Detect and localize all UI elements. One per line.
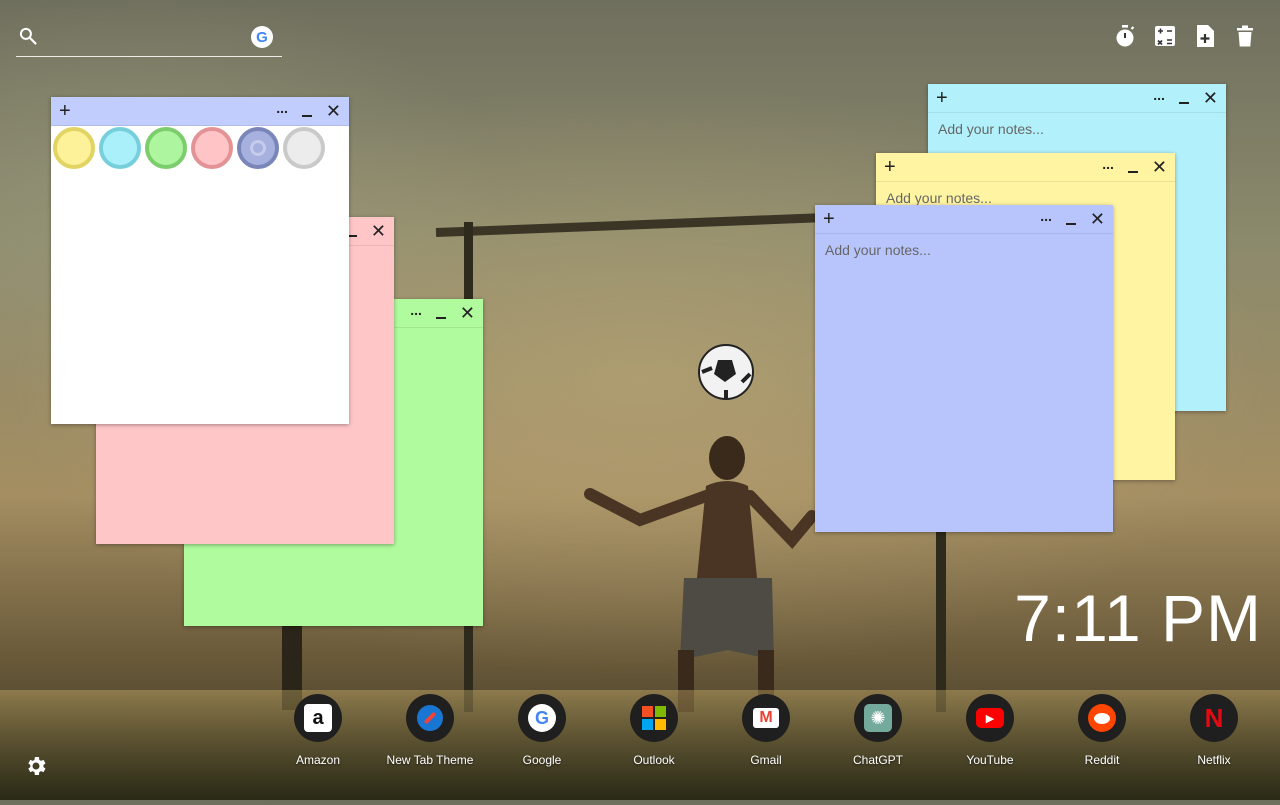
close-icon[interactable]: ✕	[1203, 89, 1218, 107]
close-icon[interactable]: ✕	[1090, 210, 1105, 228]
shortcut-label: New Tab Theme	[386, 753, 474, 767]
compass-icon	[406, 694, 454, 742]
color-swatch[interactable]	[283, 127, 325, 169]
more-options-icon[interactable]: ...	[1040, 209, 1052, 223]
minimize-icon[interactable]	[1065, 223, 1076, 225]
note-header: + ... ✕	[876, 153, 1175, 182]
reddit-icon	[1078, 694, 1126, 742]
shortcut-outlook[interactable]: Outlook	[598, 694, 710, 767]
youtube-icon: ▶	[966, 694, 1014, 742]
close-icon[interactable]: ✕	[326, 102, 341, 120]
color-swatch[interactable]	[99, 127, 141, 169]
shortcut-google[interactable]: G Google	[486, 694, 598, 767]
more-options-icon[interactable]: ...	[1153, 88, 1165, 102]
minimize-icon[interactable]	[1127, 171, 1138, 173]
shortcut-new-tab-theme[interactable]: New Tab Theme	[374, 694, 486, 767]
color-swatch[interactable]	[191, 127, 233, 169]
more-options-icon[interactable]: ...	[410, 303, 422, 317]
netflix-icon: N	[1190, 694, 1238, 742]
shortcut-label: Reddit	[1084, 753, 1120, 767]
shortcut-gmail[interactable]: M Gmail	[710, 694, 822, 767]
shortcut-reddit[interactable]: Reddit	[1046, 694, 1158, 767]
shortcut-amazon[interactable]: a Amazon	[262, 694, 374, 767]
shortcut-label: Netflix	[1197, 753, 1231, 767]
add-note-icon[interactable]: +	[59, 99, 71, 123]
shortcut-label: Amazon	[295, 753, 341, 767]
minimize-icon[interactable]	[1178, 102, 1189, 104]
clock: 7:11 PM	[1014, 581, 1262, 655]
microsoft-icon	[630, 694, 678, 742]
shortcut-label: Outlook	[633, 753, 675, 767]
add-note-icon[interactable]	[1193, 24, 1216, 48]
close-icon[interactable]: ✕	[460, 304, 475, 322]
add-note-icon[interactable]: +	[936, 86, 948, 110]
shortcut-label: Gmail	[750, 753, 782, 767]
settings-gear-icon[interactable]	[24, 754, 48, 778]
google-icon[interactable]: G	[251, 26, 273, 48]
shortcut-dock: a Amazon New Tab Theme G Google Outlook M Gmail…	[262, 694, 1270, 767]
search-icon[interactable]	[18, 26, 38, 46]
note-header: + ... ✕	[928, 84, 1226, 113]
more-options-icon[interactable]: ...	[276, 101, 288, 115]
shortcut-netflix[interactable]: N Netflix	[1158, 694, 1270, 767]
note-header: + ... ✕	[51, 97, 349, 126]
search-input[interactable]	[50, 24, 254, 52]
shortcut-youtube[interactable]: ▶ YouTube	[934, 694, 1046, 767]
color-swatch[interactable]	[53, 127, 95, 169]
minimize-icon[interactable]	[435, 317, 446, 319]
sticky-note-white[interactable]: + ... ✕	[51, 97, 349, 424]
color-swatch[interactable]	[237, 127, 279, 169]
trash-icon[interactable]	[1233, 24, 1256, 48]
sticky-note-blue[interactable]: + ... ✕	[815, 205, 1113, 532]
toolbar	[1113, 24, 1256, 48]
google-letter: G	[256, 28, 268, 46]
add-note-icon[interactable]: +	[823, 207, 835, 231]
minimize-icon[interactable]	[301, 115, 312, 117]
amazon-icon: a	[294, 694, 342, 742]
shortcut-label: YouTube	[966, 753, 1014, 767]
search-bar: G	[16, 22, 282, 57]
note-text-input[interactable]	[815, 234, 1113, 532]
more-options-icon[interactable]: ...	[1102, 157, 1114, 171]
color-palette	[53, 127, 325, 169]
close-icon[interactable]: ✕	[371, 222, 386, 240]
calculator-icon[interactable]	[1153, 24, 1176, 48]
gmail-icon: M	[742, 694, 790, 742]
color-swatch[interactable]	[145, 127, 187, 169]
openai-icon: ✺	[854, 694, 902, 742]
note-header: + ... ✕	[815, 205, 1113, 234]
shortcut-label: ChatGPT	[852, 753, 903, 767]
shortcut-label: Google	[522, 753, 562, 767]
close-icon[interactable]: ✕	[1152, 158, 1167, 176]
google-icon: G	[518, 694, 566, 742]
shortcut-chatgpt[interactable]: ✺ ChatGPT	[822, 694, 934, 767]
add-note-icon[interactable]: +	[884, 155, 896, 179]
stopwatch-icon[interactable]	[1113, 24, 1136, 48]
